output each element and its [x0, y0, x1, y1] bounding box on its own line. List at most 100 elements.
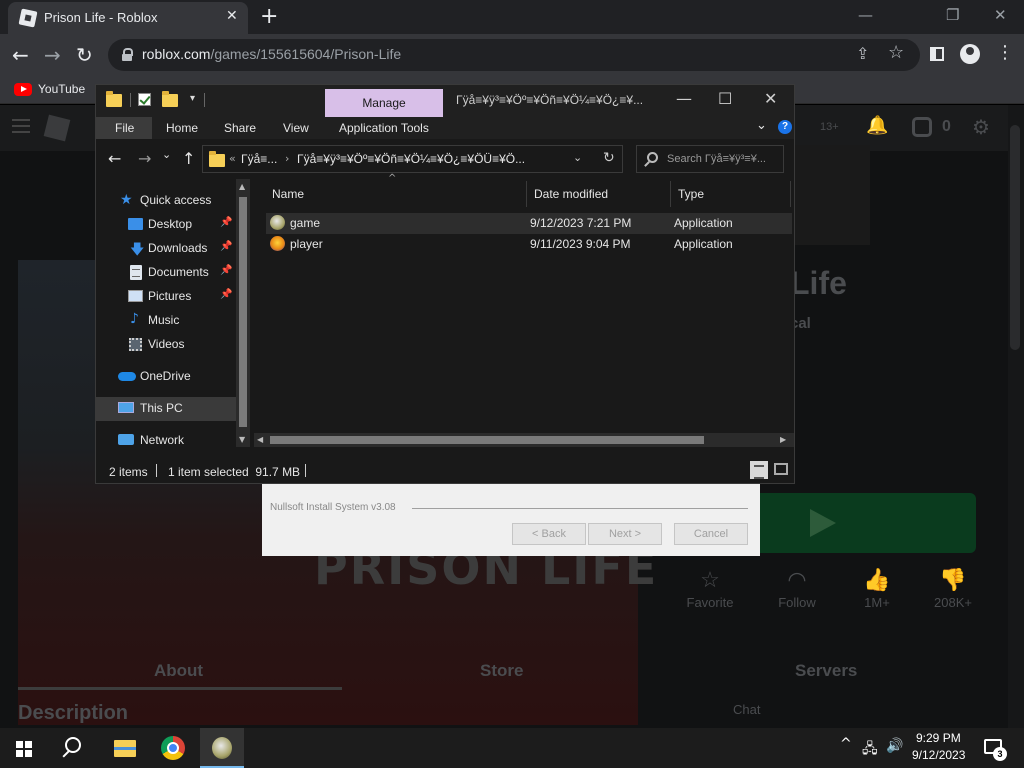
tab-about[interactable]: About [154, 661, 203, 681]
settings-gear-icon[interactable]: ⚙ [972, 115, 990, 140]
file-list-hscrollbar[interactable]: ◀ ▶ [254, 433, 794, 447]
clock-time[interactable]: 9:29 PM [916, 731, 961, 745]
volume-icon[interactable]: 🔊 [886, 738, 903, 754]
address-crumb-current[interactable]: Γÿå≡¥ÿ³≡¥Öº≡¥Öñ≡¥Ö¼≡¥Ö¿≡¥ÖÜ≡¥Ö... [297, 152, 525, 166]
large-icons-view-icon[interactable] [774, 463, 788, 475]
page-scrollbar-thumb[interactable] [1010, 125, 1020, 350]
address-crumb-parent[interactable]: Γÿå≡... [241, 152, 277, 166]
browser-restore-button[interactable]: ❐ [946, 6, 959, 24]
browser-minimize-button[interactable]: — [858, 6, 873, 24]
lock-icon[interactable] [122, 48, 133, 61]
reload-button[interactable]: ↻ [76, 43, 93, 67]
explorer-titlebar[interactable]: ▾ Manage Γÿå≡¥ÿ³≡¥Öº≡¥Öñ≡¥Ö¼≡¥Ö¿≡¥... — … [96, 85, 794, 117]
manage-context-tab[interactable]: Manage [325, 89, 443, 117]
thumbs-up-icon[interactable]: 👍 [842, 567, 912, 593]
nav-downloads[interactable]: 🡇 Downloads 📌 [96, 237, 236, 261]
file-row-game[interactable]: game 9/12/2023 7:21 PM Application [266, 213, 792, 234]
youtube-icon[interactable] [14, 83, 32, 96]
installer-next-button[interactable]: Next > [588, 523, 662, 545]
tab-servers[interactable]: Servers [795, 661, 857, 681]
nav-videos[interactable]: Videos [96, 333, 236, 357]
nav-network[interactable]: Network [96, 429, 236, 453]
nav-onedrive[interactable]: OneDrive [96, 365, 236, 389]
explorer-back-button[interactable]: ← [108, 149, 121, 168]
installer-cancel-button[interactable]: Cancel [674, 523, 748, 545]
nav-desktop[interactable]: Desktop 📌 [96, 213, 236, 237]
expand-ribbon-icon[interactable]: ⌄ [756, 118, 767, 133]
bookmark-star-icon[interactable]: ☆ [888, 42, 904, 63]
favorite-label[interactable]: Favorite [675, 595, 745, 610]
roblox-logo-icon[interactable] [43, 114, 71, 142]
pin-icon[interactable]: 📌 [220, 241, 232, 252]
notifications-bell-icon[interactable]: 🔔 [866, 115, 888, 136]
nav-documents[interactable]: Documents 📌 [96, 261, 236, 285]
nav-quick-access[interactable]: ★ Quick access [96, 189, 236, 213]
tab-close-icon[interactable]: ✕ [226, 8, 238, 24]
new-folder-icon[interactable] [162, 91, 178, 107]
column-divider[interactable] [670, 181, 671, 207]
network-icon[interactable]: 🖧 [862, 738, 878, 762]
recent-locations-icon[interactable]: ⌄ [162, 148, 171, 161]
tray-overflow-chevron-icon[interactable]: ^ [840, 736, 852, 752]
explorer-maximize-button[interactable]: ☐ [718, 89, 732, 108]
follow-label[interactable]: Follow [762, 595, 832, 610]
thumbs-down-icon[interactable]: 👎 [918, 567, 988, 593]
profile-avatar-icon[interactable] [960, 44, 980, 64]
column-divider[interactable] [526, 181, 527, 207]
pin-icon[interactable]: 📌 [220, 265, 232, 276]
tab-store[interactable]: Store [480, 661, 523, 681]
new-tab-button[interactable]: + [260, 4, 278, 29]
taskbar-game-app[interactable] [200, 728, 244, 768]
details-view-icon[interactable] [750, 461, 768, 479]
hamburger-menu-icon[interactable] [12, 119, 30, 133]
tab-view[interactable]: View [283, 121, 309, 135]
forward-button[interactable]: → [44, 43, 61, 67]
column-divider[interactable] [790, 181, 791, 207]
follow-icon[interactable]: ◠ [762, 567, 832, 593]
share-icon[interactable]: ⇪ [856, 44, 869, 63]
column-name[interactable]: Name [272, 187, 304, 201]
taskbar-file-explorer[interactable] [104, 728, 144, 768]
chat-button[interactable]: Chat [733, 702, 760, 717]
tab-file-label[interactable]: File [115, 121, 134, 135]
explorer-search-box[interactable] [636, 145, 784, 173]
properties-check-icon[interactable] [138, 93, 151, 106]
refresh-icon[interactable]: ↻ [603, 150, 615, 166]
qat-customize-icon[interactable]: ▾ [190, 93, 195, 104]
column-type[interactable]: Type [678, 187, 704, 201]
browser-menu-icon[interactable]: ⋮ [996, 42, 1014, 63]
address-bar[interactable]: roblox.com/games/155615604/Prison-Life ⇪… [108, 39, 920, 71]
help-icon[interactable]: ? [778, 120, 792, 134]
scroll-right-arrow-icon[interactable]: ▶ [780, 435, 786, 444]
nav-this-pc[interactable]: This PC [96, 397, 236, 421]
page-scrollbar[interactable] [1008, 105, 1024, 728]
browser-close-button[interactable]: ✕ [994, 6, 1007, 24]
file-list-hscrollbar-thumb[interactable] [270, 436, 704, 444]
taskbar-chrome[interactable] [152, 728, 192, 768]
favorite-star-icon[interactable]: ☆ [675, 567, 745, 593]
nav-pane-scrollbar[interactable]: ▲ ▼ [236, 179, 250, 447]
search-input[interactable] [667, 150, 781, 168]
bookmark-youtube[interactable]: YouTube [38, 82, 85, 96]
address-chevron-icon[interactable]: › [285, 152, 289, 165]
pin-icon[interactable]: 📌 [220, 217, 232, 228]
scroll-down-arrow-icon[interactable]: ▼ [239, 435, 245, 444]
clock-date[interactable]: 9/12/2023 [912, 748, 965, 762]
explorer-close-button[interactable]: ✕ [764, 89, 777, 108]
nav-music[interactable]: ♪ Music [96, 309, 236, 333]
url-text[interactable]: roblox.com/games/155615604/Prison-Life [142, 46, 401, 62]
side-panel-icon[interactable] [930, 47, 944, 61]
explorer-address-bar[interactable]: « Γÿå≡... › Γÿå≡¥ÿ³≡¥Öº≡¥Öñ≡¥Ö¼≡¥Ö¿≡¥ÖÜ≡… [202, 145, 623, 173]
back-button[interactable]: ← [12, 43, 29, 67]
tab-home[interactable]: Home [166, 121, 198, 135]
column-date-modified[interactable]: Date modified [534, 187, 608, 201]
explorer-forward-button[interactable]: → [138, 149, 151, 168]
tab-share[interactable]: Share [224, 121, 256, 135]
address-overflow-icon[interactable]: « [229, 152, 236, 165]
installer-back-button[interactable]: < Back [512, 523, 586, 545]
pin-icon[interactable]: 📌 [220, 289, 232, 300]
tab-application-tools[interactable]: Application Tools [339, 121, 429, 135]
file-row-player[interactable]: player 9/11/2023 9:04 PM Application [266, 234, 792, 255]
browser-tab[interactable]: Prison Life - Roblox ✕ [8, 2, 248, 34]
address-dropdown-icon[interactable]: ⌄ [573, 151, 582, 164]
